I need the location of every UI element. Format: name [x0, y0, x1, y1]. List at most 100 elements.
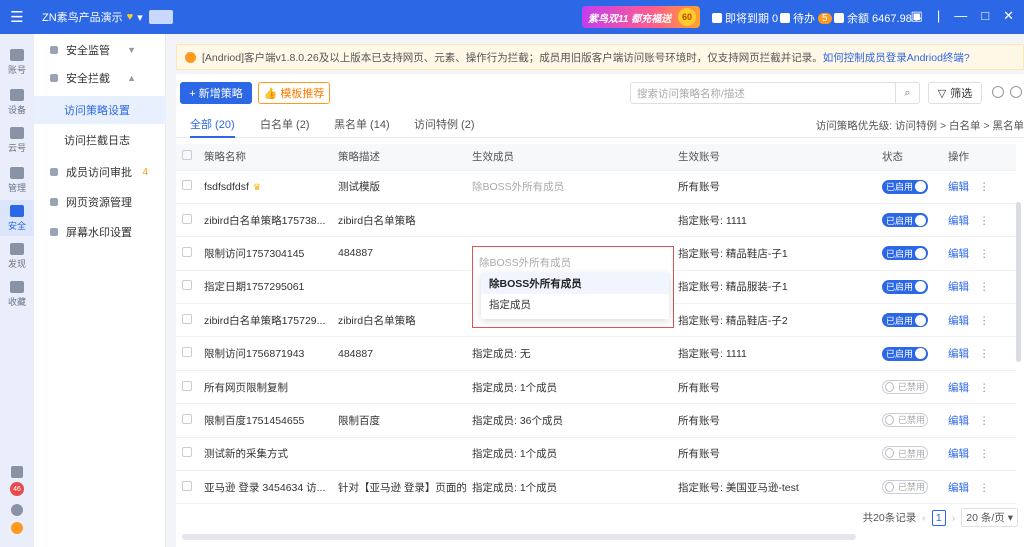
row-checkbox[interactable] [182, 347, 192, 358]
status-toggle[interactable]: 已启用 [882, 246, 928, 261]
row-checkbox[interactable] [182, 447, 192, 458]
balance-button[interactable]: 余额 6467.98 > [834, 10, 921, 26]
edit-button[interactable]: 编辑 [948, 248, 969, 260]
vertical-scrollbar[interactable] [1016, 202, 1021, 362]
header-actions: 操作 [942, 144, 1016, 171]
edit-button[interactable]: 编辑 [948, 382, 969, 394]
policy-name: 指定日期1757295061 [198, 270, 332, 305]
more-icon[interactable]: ⋮ [979, 181, 990, 193]
tools-icon[interactable] [11, 466, 23, 478]
status-toggle[interactable]: 已启用 [882, 346, 928, 361]
status-toggle[interactable]: 已启用 [882, 213, 928, 228]
help-icon[interactable] [1010, 86, 1022, 98]
more-icon[interactable]: ⋮ [979, 382, 990, 394]
status-toggle[interactable]: 已禁用 [882, 412, 928, 427]
status-toggle[interactable]: 已禁用 [882, 379, 928, 394]
more-icon[interactable]: ⋮ [979, 281, 990, 293]
notice-link[interactable]: 如何控制成员登录Andriod终端? [823, 50, 970, 65]
row-checkbox[interactable] [182, 280, 192, 291]
rail-item-security[interactable]: 安全 [0, 200, 34, 236]
notification-badge[interactable]: 46 [10, 482, 24, 496]
subnav-web-resource[interactable]: 网页资源管理 [34, 188, 166, 216]
row-checkbox[interactable] [182, 380, 192, 391]
edit-button[interactable]: 编辑 [948, 315, 969, 327]
more-icon[interactable]: ⋮ [979, 315, 990, 327]
subnav-member-approval[interactable]: 成员访问审批 4 [34, 158, 166, 186]
status-toggle[interactable]: 已启用 [882, 179, 928, 194]
template-button[interactable]: 👍 模板推荐 [258, 82, 330, 104]
settings-icon[interactable] [11, 504, 23, 516]
subnav-security-monitor[interactable]: 安全监管 ▼ [34, 36, 166, 64]
more-icon[interactable]: ⋮ [979, 215, 990, 227]
row-checkbox[interactable] [182, 313, 192, 324]
search-icon[interactable]: ⌕ [895, 83, 919, 103]
prev-page-icon[interactable]: ‹ [922, 512, 926, 524]
horizontal-scrollbar[interactable] [182, 534, 856, 540]
edit-button[interactable]: 编辑 [948, 281, 969, 293]
subnav-security-block[interactable]: 安全拦截 ▲ [34, 64, 166, 92]
heart-icon: ♥ [126, 11, 134, 23]
edit-button[interactable]: 编辑 [948, 181, 969, 193]
policy-members: 指定成员: 无 [466, 336, 672, 371]
promo-text: 紫鸟双11 都充福送 [588, 13, 672, 25]
status-toggle[interactable]: 已禁用 [882, 479, 928, 494]
status-toggle[interactable]: 已启用 [882, 313, 928, 328]
promo-banner[interactable]: 紫鸟双11 都充福送 60 [582, 6, 700, 28]
chevron-down-icon: ▾ [137, 11, 143, 24]
rail-item-discover[interactable]: 发现 [0, 238, 34, 274]
subnav-access-policy[interactable]: 访问策略设置 [34, 96, 166, 124]
row-checkbox[interactable] [182, 180, 192, 191]
more-icon[interactable]: ⋮ [979, 448, 990, 460]
page-1[interactable]: 1 [931, 509, 946, 526]
header-accounts: 生效账号 [672, 144, 876, 171]
more-icon[interactable]: ⋮ [979, 415, 990, 427]
next-page-icon[interactable]: › [952, 512, 956, 524]
tab-whitelist[interactable]: 白名单 (2) [260, 116, 310, 138]
expiring-button[interactable]: 即将到期 0 [712, 10, 778, 26]
status-toggle[interactable]: 已禁用 [882, 446, 928, 461]
filter-button[interactable]: ▽ 筛选 [928, 82, 982, 104]
page-size-select[interactable]: 20 条/页 ▾ [961, 508, 1018, 527]
todo-button[interactable]: 待办 5 [780, 10, 832, 26]
star-icon [10, 280, 24, 293]
add-policy-button[interactable]: + 新增策略 [180, 82, 252, 104]
member-select-dropdown[interactable]: 除BOSS外所有成员 除BOSS外所有成员 指定成员 [472, 246, 674, 328]
message-icon[interactable]: ▣ [911, 8, 923, 24]
tab-blacklist[interactable]: 黑名单 (14) [334, 116, 390, 138]
rail-item-account[interactable]: 账号 [0, 44, 34, 80]
row-checkbox[interactable] [182, 413, 192, 424]
edit-button[interactable]: 编辑 [948, 482, 969, 494]
edit-button[interactable]: 编辑 [948, 448, 969, 460]
rail-item-cloud[interactable]: 云号 [0, 122, 34, 158]
row-checkbox[interactable] [182, 213, 192, 224]
select-all-checkbox[interactable] [182, 150, 192, 161]
edit-button[interactable]: 编辑 [948, 348, 969, 360]
refresh-icon[interactable] [992, 86, 1004, 98]
table-row: 限制百度1751454655 限制百度 指定成员: 36个成员 所有账号 已禁用 编辑 ⋮ [176, 403, 1016, 438]
monitor-icon [50, 46, 58, 54]
edit-button[interactable]: 编辑 [948, 215, 969, 227]
more-icon[interactable]: ⋮ [979, 348, 990, 360]
rail-item-device[interactable]: 设备 [0, 84, 34, 120]
rail-item-manage[interactable]: 管理 [0, 162, 34, 198]
row-checkbox[interactable] [182, 480, 192, 491]
minimize-icon[interactable]: — [954, 8, 967, 24]
service-icon[interactable] [11, 522, 23, 534]
subnav-watermark[interactable]: 屏幕水印设置 [34, 218, 166, 246]
search-input[interactable]: 搜索访问策略名称/描述 ⌕ [630, 82, 920, 104]
subnav-access-log[interactable]: 访问拦截日志 [34, 126, 166, 154]
row-checkbox[interactable] [182, 246, 192, 257]
rail-item-favorite[interactable]: 收藏 [0, 276, 34, 312]
tab-all[interactable]: 全部 (20) [190, 116, 235, 138]
tab-exception[interactable]: 访问特例 (2) [414, 116, 475, 138]
status-toggle[interactable]: 已启用 [882, 279, 928, 294]
more-icon[interactable]: ⋮ [979, 482, 990, 494]
maximize-icon[interactable]: □ [981, 8, 989, 24]
more-icon[interactable]: ⋮ [979, 248, 990, 260]
option-specified-members[interactable]: 指定成员 [481, 294, 669, 315]
policy-members: 指定成员: 1个成员 [466, 437, 672, 472]
team-switcher[interactable]: ZN素鸟产品演示 ♥ ▾ [42, 9, 173, 25]
close-icon[interactable]: ✕ [1003, 8, 1014, 24]
option-all-except-boss[interactable]: 除BOSS外所有成员 [481, 273, 669, 294]
edit-button[interactable]: 编辑 [948, 415, 969, 427]
